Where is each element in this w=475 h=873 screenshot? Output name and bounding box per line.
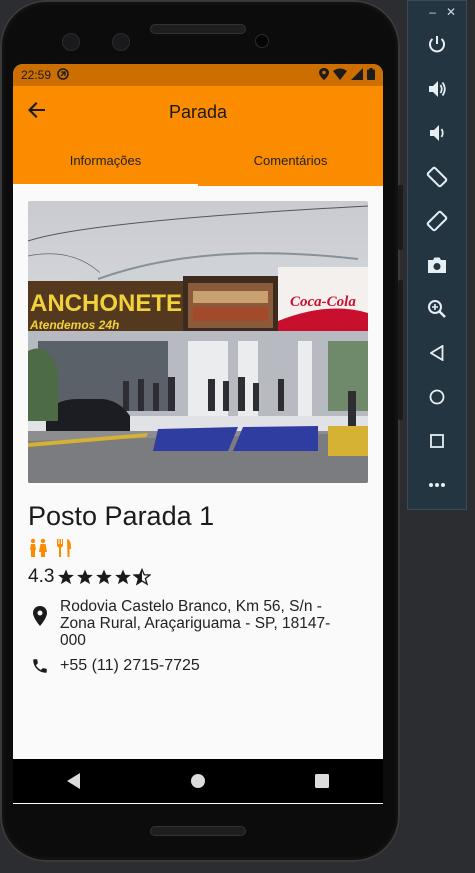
app-bar: Parada Informações Comentários xyxy=(13,86,383,186)
android-nav-bar xyxy=(13,759,383,803)
rotate-left-button[interactable] xyxy=(408,155,466,199)
battery-icon xyxy=(367,67,375,83)
nav-home-button[interactable] xyxy=(190,773,206,789)
rating-row: 4.3 xyxy=(28,566,368,588)
tab-bar: Informações Comentários xyxy=(13,146,383,186)
earpiece-speaker xyxy=(150,24,246,34)
volume-up-icon xyxy=(429,81,446,97)
star-half-icon xyxy=(133,568,152,586)
camera-icon xyxy=(428,257,446,273)
place-details: ANCHONETE Atendemos 24h Coca-Cola Posto … xyxy=(13,186,383,675)
notification-icon xyxy=(57,67,69,83)
photo-sign-text: ANCHONETE xyxy=(30,290,182,317)
rating-value: 4.3 xyxy=(28,566,55,587)
restaurant-icon xyxy=(57,539,71,557)
location-pin-icon xyxy=(33,606,47,626)
close-icon[interactable]: ✕ xyxy=(446,5,456,23)
star-icon xyxy=(58,569,75,585)
power-button[interactable] xyxy=(408,23,466,67)
phone-row: +55 (11) 2715-7725 xyxy=(28,657,368,675)
signal-icon xyxy=(351,67,363,83)
volume-up-button[interactable] xyxy=(408,67,466,111)
minimize-icon[interactable]: – xyxy=(429,5,436,23)
front-camera xyxy=(112,33,130,51)
zoom-button[interactable] xyxy=(408,287,466,331)
restroom-icon xyxy=(30,538,47,557)
back-icon xyxy=(430,345,444,361)
rotate-left-icon xyxy=(426,166,448,188)
star-icon xyxy=(115,569,132,585)
tab-comentarios[interactable]: Comentários xyxy=(198,146,383,186)
side-volume-button xyxy=(398,280,403,420)
rating-stars xyxy=(57,568,152,586)
wifi-icon xyxy=(333,68,347,83)
volume-down-button[interactable] xyxy=(408,111,466,155)
proximity-sensor xyxy=(255,34,269,48)
page-title: Parada xyxy=(168,102,228,122)
zoom-icon xyxy=(428,300,446,318)
status-time: 22:59 xyxy=(21,68,52,82)
more-icon xyxy=(429,483,445,487)
place-photo: ANCHONETE Atendemos 24h Coca-Cola xyxy=(28,201,368,483)
star-icon xyxy=(96,569,113,585)
photo-ad-text: Coca-Cola xyxy=(290,294,356,310)
place-phone[interactable]: +55 (11) 2715-7725 xyxy=(60,657,200,675)
volume-down-icon xyxy=(430,125,444,141)
rotate-right-button[interactable] xyxy=(408,199,466,243)
front-sensor xyxy=(62,33,80,51)
address-row: Rodovia Castelo Branco, Km 56, S/n - Zon… xyxy=(28,598,368,649)
place-address: Rodovia Castelo Branco, Km 56, S/n - Zon… xyxy=(60,598,331,649)
overview-icon xyxy=(430,434,444,448)
app-screen: 22:59 Parada Informações Comentários ANC… xyxy=(13,64,383,804)
nav-recents-button[interactable] xyxy=(314,774,329,788)
power-icon xyxy=(429,36,445,53)
tab-informacoes[interactable]: Informações xyxy=(13,146,198,186)
back-button-emulator[interactable] xyxy=(408,331,466,375)
bottom-speaker xyxy=(150,826,246,836)
star-icon xyxy=(77,569,94,585)
status-bar: 22:59 xyxy=(13,64,383,86)
more-button[interactable] xyxy=(408,463,466,507)
phone-icon xyxy=(33,659,47,673)
place-name: Posto Parada 1 xyxy=(28,501,215,531)
home-button-emulator[interactable] xyxy=(408,375,466,419)
rotate-right-icon xyxy=(426,210,448,232)
side-power-button xyxy=(398,185,403,250)
screenshot-button[interactable] xyxy=(408,243,466,287)
emulator-toolbar: – ✕ xyxy=(407,0,467,510)
location-icon xyxy=(319,67,329,83)
amenities-row xyxy=(28,538,368,560)
nav-back-button[interactable] xyxy=(67,773,81,789)
photo-sign-subtext: Atendemos 24h xyxy=(29,318,119,332)
overview-button-emulator[interactable] xyxy=(408,419,466,463)
home-icon xyxy=(429,389,445,405)
